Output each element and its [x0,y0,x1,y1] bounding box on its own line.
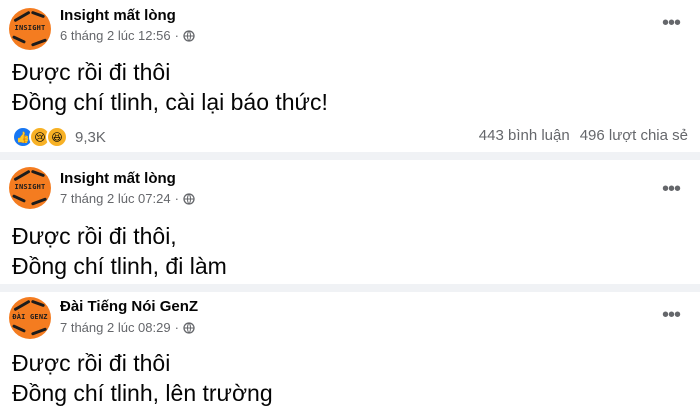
reactions-summary[interactable]: 👍 😢 😆 9,3K [12,126,106,148]
post-separator [0,284,700,292]
post-separator [0,152,700,160]
haha-icon: 😆 [46,126,68,148]
avatar[interactable]: INSIGHT [9,167,51,209]
post-timestamp[interactable]: 6 tháng 2 lúc 12:56 [60,28,171,43]
avatar-label: ĐÀI GENZ [12,313,48,321]
comment-count[interactable]: 443 bình luận [479,127,570,144]
post-timestamp[interactable]: 7 tháng 2 lúc 08:29 [60,320,171,335]
post-timestamp[interactable]: 7 tháng 2 lúc 07:24 [60,191,171,206]
globe-icon[interactable] [183,321,195,334]
post-stats: 443 bình luận 496 lượt chia sẻ [479,127,688,144]
post-meta: 7 tháng 2 lúc 08:29 · [60,320,195,335]
avatar-label: INSIGHT [14,24,46,32]
avatar-label: INSIGHT [14,183,46,191]
post-line: Đồng chí tlinh, lên trường [12,380,273,406]
author-name[interactable]: Insight mất lòng [60,7,176,24]
author-name[interactable]: Insight mất lòng [60,170,176,187]
post-1: INSIGHT Insight mất lòng 6 tháng 2 lúc 1… [0,0,700,152]
avatar[interactable]: ĐÀI GENZ [9,297,51,339]
post-body: Được rồi đi thôi Đồng chí tlinh, lên trư… [12,348,273,408]
post-line: Được rồi đi thôi [12,59,171,85]
post-line: Đồng chí tlinh, đi làm [12,253,227,279]
post-line: Được rồi đi thôi, [12,223,177,249]
globe-icon[interactable] [183,192,195,205]
author-name[interactable]: Đài Tiếng Nói GenZ [60,298,198,315]
post-meta: 7 tháng 2 lúc 07:24 · [60,191,195,206]
more-options-icon[interactable]: ••• [662,179,681,199]
reaction-count: 9,3K [75,128,106,146]
avatar[interactable]: INSIGHT [9,8,51,50]
more-options-icon[interactable]: ••• [662,13,681,33]
post-3: ĐÀI GENZ Đài Tiếng Nói GenZ 7 tháng 2 lú… [0,292,700,420]
globe-icon[interactable] [183,29,195,42]
post-meta: 6 tháng 2 lúc 12:56 · [60,28,195,43]
post-body: Được rồi đi thôi, Đồng chí tlinh, đi làm [12,221,227,281]
post-line: Được rồi đi thôi [12,350,171,376]
more-options-icon[interactable]: ••• [662,305,681,325]
post-body: Được rồi đi thôi Đồng chí tlinh, cài lại… [12,57,328,117]
post-2: INSIGHT Insight mất lòng 7 tháng 2 lúc 0… [0,160,700,284]
share-count[interactable]: 496 lượt chia sẻ [580,127,688,144]
post-line: Đồng chí tlinh, cài lại báo thức! [12,89,328,115]
